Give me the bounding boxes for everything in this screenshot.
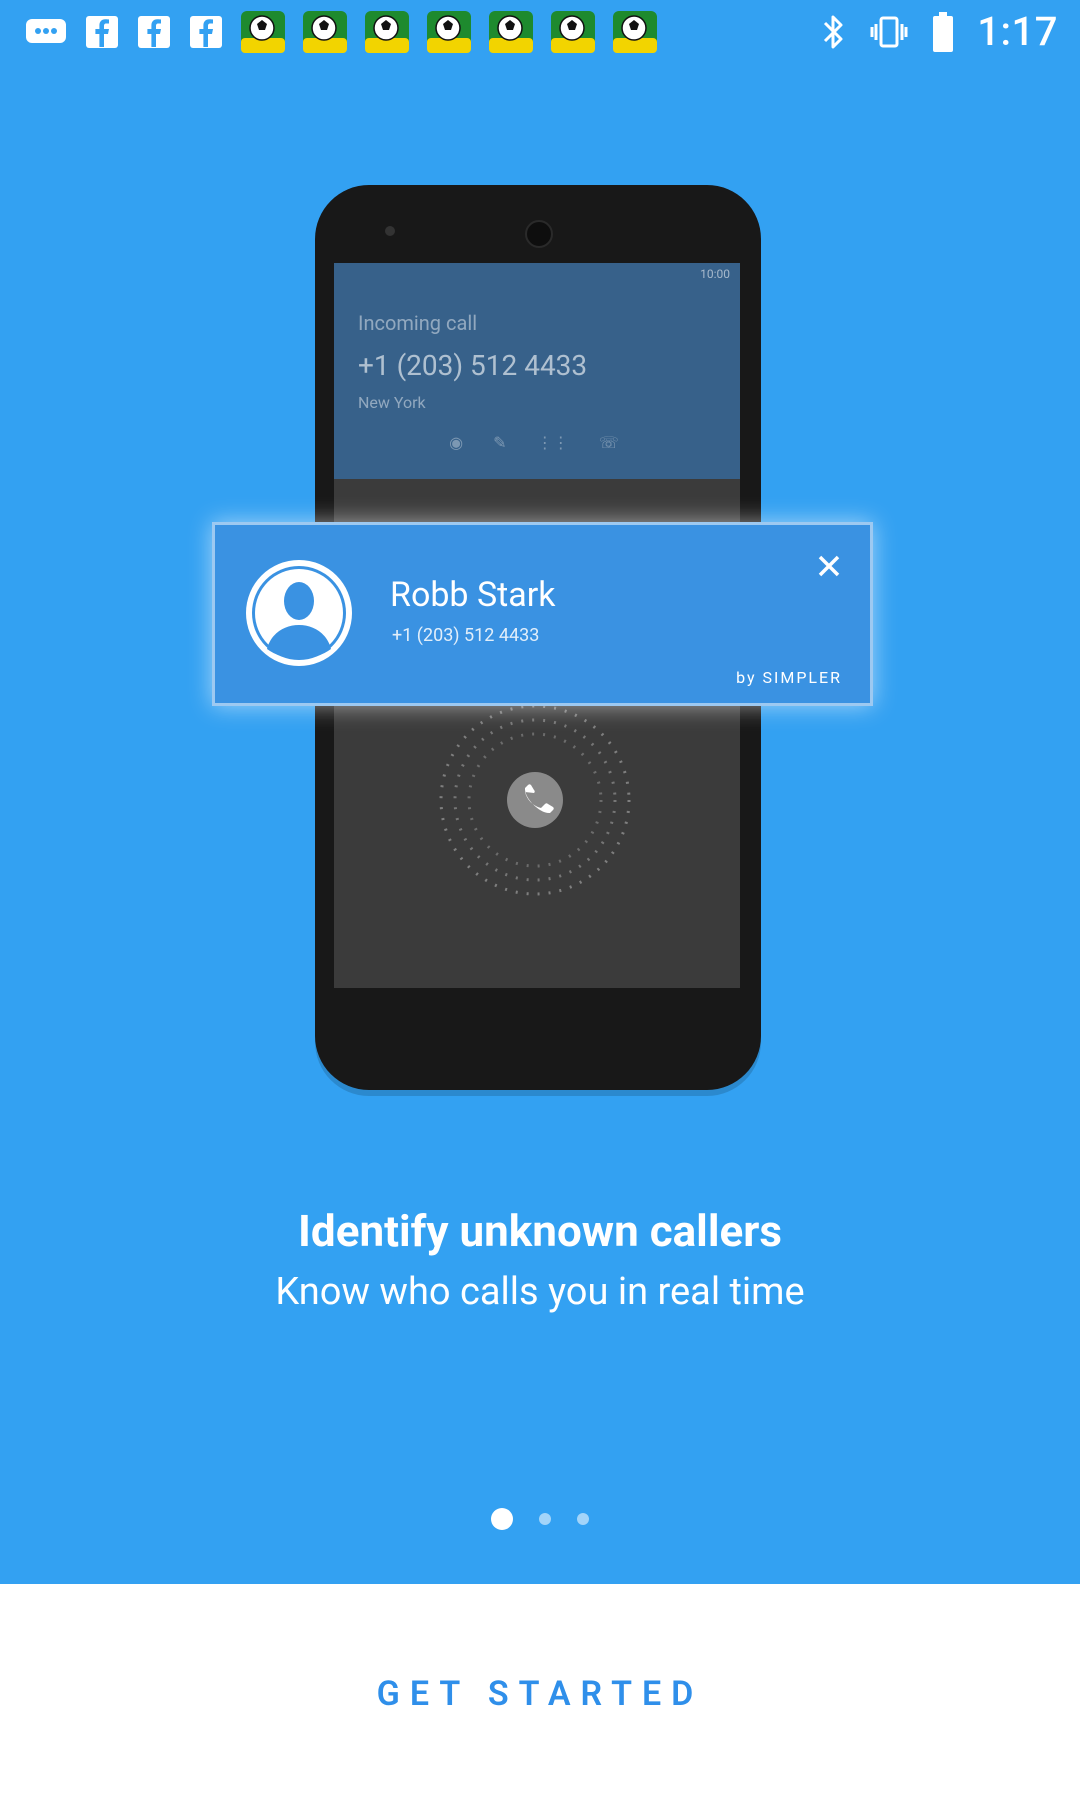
messages-icon — [24, 15, 68, 49]
answer-dial — [439, 704, 631, 896]
brand-label: by SIMPLER — [736, 668, 842, 687]
soccer-icon — [550, 10, 596, 54]
notification-icons — [0, 10, 658, 54]
phone-clock: 10:00 — [700, 267, 730, 281]
call-controls: ◉ ✎ ⋮⋮ ☏ — [434, 433, 634, 452]
soccer-icon — [302, 10, 348, 54]
soccer-icon — [612, 10, 658, 54]
phone-illustration: 10:00 Incoming call +1 (203) 512 4433 Ne… — [0, 170, 1080, 1090]
caller-number: +1 (203) 512 4433 — [392, 625, 540, 646]
add-call-icon: ☏ — [598, 433, 619, 452]
phone-camera — [525, 220, 553, 248]
system-icons: 1:17 — [821, 8, 1080, 55]
soccer-icon — [426, 10, 472, 54]
mute-icon: ✎ — [493, 433, 507, 452]
soccer-icon — [364, 10, 410, 54]
onboarding-title: Identify unknown callers — [298, 1205, 782, 1257]
soccer-icon — [488, 10, 534, 54]
bluetooth-icon — [821, 12, 847, 52]
soccer-icon — [240, 10, 286, 54]
page-dot[interactable] — [577, 1513, 589, 1525]
avatar-icon — [246, 560, 352, 666]
page-dot[interactable] — [491, 1508, 513, 1530]
facebook-icon — [136, 14, 172, 50]
page-indicator — [0, 1508, 1080, 1530]
speaker-icon: ◉ — [449, 433, 464, 452]
facebook-icon — [188, 14, 224, 50]
close-icon — [818, 555, 840, 577]
incoming-call-label: Incoming call — [358, 311, 478, 335]
status-time: 1:17 — [977, 8, 1058, 55]
onboarding-subtitle: Know who calls you in real time — [275, 1270, 805, 1314]
dialpad-icon: ⋮⋮ — [536, 433, 569, 452]
incoming-call-number: +1 (203) 512 4433 — [358, 349, 588, 382]
battery-icon — [931, 11, 955, 53]
phone-sensor — [385, 226, 395, 236]
incoming-call-screen: 10:00 Incoming call +1 (203) 512 4433 Ne… — [334, 263, 740, 479]
incoming-call-location: New York — [358, 393, 426, 412]
page-dot[interactable] — [539, 1513, 551, 1525]
footer: GET STARTED — [0, 1584, 1080, 1794]
vibrate-icon — [869, 12, 909, 52]
caller-id-card: Robb Stark +1 (203) 512 4433 by SIMPLER — [212, 522, 873, 706]
get-started-button[interactable]: GET STARTED — [0, 1674, 1080, 1714]
caller-name: Robb Stark — [390, 575, 556, 615]
facebook-icon — [84, 14, 120, 50]
status-bar: 1:17 — [0, 0, 1080, 63]
